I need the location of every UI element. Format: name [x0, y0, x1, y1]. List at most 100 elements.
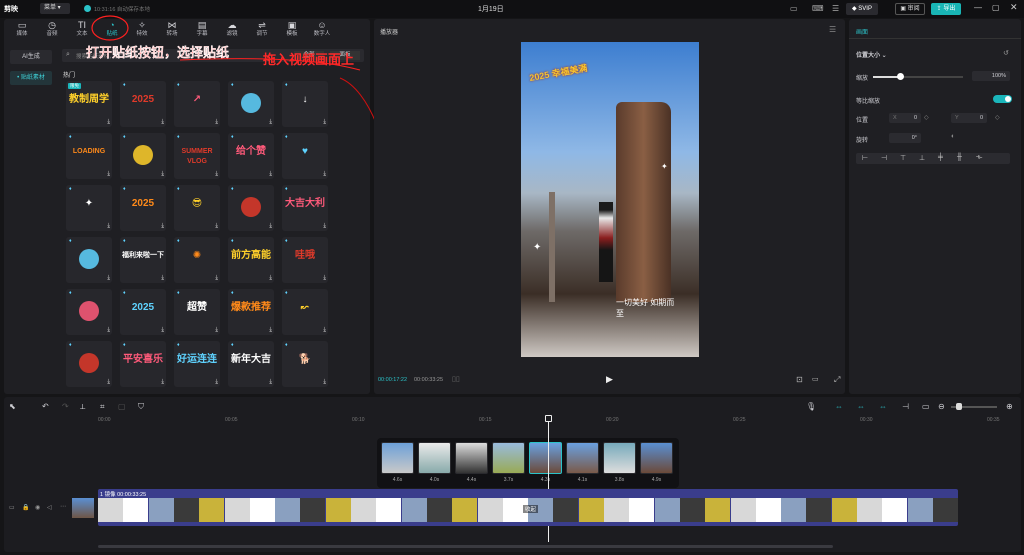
- clip-duration: 4.1s: [577, 477, 588, 483]
- align-icon[interactable]: ╪: [938, 154, 943, 161]
- sparkle-icon: ✦: [533, 242, 542, 253]
- snap-icon[interactable]: ⇔: [879, 402, 887, 411]
- more-icon[interactable]: ⋯: [60, 503, 66, 510]
- filmstrip-frame: [477, 498, 503, 522]
- filmstrip-frame: [806, 498, 832, 522]
- section-position-size: 位置大小 ⌄: [856, 53, 887, 59]
- video-preview[interactable]: 2025 幸福美满 一切美好 如期而至 ✦ ✦: [521, 42, 699, 357]
- ruler-tick: 00:35: [987, 417, 1000, 423]
- signature-text: 一切美好 如期而至: [616, 298, 675, 318]
- align-icon[interactable]: ⟛: [976, 154, 982, 162]
- rotation-field[interactable]: 0°: [889, 133, 921, 143]
- uniform-scale-label: 等比缩放: [856, 99, 881, 105]
- filmstrip-frame: [148, 498, 174, 522]
- current-time: 00:00:17:22: [378, 377, 408, 383]
- person-figure: [599, 202, 613, 282]
- reset-icon[interactable]: ↺: [1003, 49, 1009, 57]
- clip-thumbnail[interactable]: [640, 442, 673, 474]
- eye-icon[interactable]: ◉: [35, 504, 40, 511]
- ruler-tick: 00:20: [606, 417, 619, 423]
- clip-thumbnail[interactable]: [455, 442, 488, 474]
- rock-tower: [616, 102, 671, 302]
- filmstrip-frame: [730, 498, 756, 522]
- scale-slider-knob[interactable]: [897, 73, 904, 80]
- link-icon[interactable]: ⇔: [835, 402, 843, 411]
- clip-duration: 4.9s: [651, 477, 662, 483]
- rotation-label: 旋转: [856, 138, 869, 144]
- split-icon[interactable]: ⟂: [80, 402, 85, 412]
- undo-icon[interactable]: ↶: [42, 402, 49, 411]
- horizontal-scrollbar[interactable]: [98, 545, 833, 548]
- clip-duration: 4.0s: [429, 477, 440, 483]
- ruler-tick: 00:05: [225, 417, 238, 423]
- clip-thumbnail[interactable]: [603, 442, 636, 474]
- align-icon[interactable]: ⊥: [919, 154, 925, 162]
- fit-icon[interactable]: ⊡: [796, 375, 803, 384]
- filmstrip-frame: [705, 498, 731, 522]
- zoom-in-icon[interactable]: ⊕: [1006, 402, 1013, 411]
- mountain-slope: [549, 192, 555, 302]
- keyframe-icon[interactable]: ◇: [924, 114, 929, 121]
- rotate-dial-icon[interactable]: ◐: [951, 133, 955, 140]
- filmstrip-frame: [300, 498, 326, 522]
- filmstrip-frame: [275, 498, 301, 522]
- sparkle-icon: ✦: [661, 162, 668, 171]
- position-y-field[interactable]: Y0: [951, 113, 987, 123]
- select-tool-icon[interactable]: ⬉: [9, 402, 16, 411]
- zoom-out-icon[interactable]: ⊖: [938, 402, 945, 411]
- position-label: 位置: [856, 118, 869, 124]
- timecode-icon[interactable]: ▯▯: [452, 375, 460, 383]
- ratio-icon[interactable]: ▭: [812, 375, 819, 383]
- underline-stroke: [179, 58, 361, 71]
- mic-icon[interactable]: 🎙: [806, 402, 816, 411]
- total-time: 00:00:33:25: [414, 377, 444, 383]
- freeze-icon[interactable]: ▢: [118, 402, 126, 411]
- scale-value[interactable]: 100%: [972, 71, 1010, 81]
- magnet-icon[interactable]: ⇔: [857, 402, 865, 411]
- marker-icon[interactable]: ⛉: [138, 402, 144, 412]
- overlay-sticker-2025[interactable]: 2025 幸福美满: [528, 61, 588, 84]
- scale-slider-fill: [873, 76, 900, 78]
- filmstrip-frame: [553, 498, 579, 522]
- clip-thumbnail[interactable]: [566, 442, 599, 474]
- player-title: 播放器: [380, 30, 399, 36]
- position-x-field[interactable]: X0: [889, 113, 921, 123]
- clip-thumbnail[interactable]: [381, 442, 414, 474]
- filmstrip-frame: [351, 498, 376, 522]
- clip-thumbnail[interactable]: [492, 442, 525, 474]
- video-clip[interactable]: 1 镜像 00:00:33:25 收起: [98, 489, 958, 526]
- ruler-tick: 00:10: [352, 417, 365, 423]
- clip-duration: 4.6s: [392, 477, 403, 483]
- filmstrip-frame: [857, 498, 882, 522]
- track-cover[interactable]: [72, 498, 94, 518]
- sticker-tab-highlight: [91, 15, 129, 41]
- clip-thumbnail[interactable]: [529, 442, 562, 474]
- align-icon[interactable]: ⊢: [862, 154, 868, 162]
- filmstrip-frame: [199, 498, 225, 522]
- fullscreen-icon[interactable]: ⤢: [834, 375, 840, 385]
- mute-icon[interactable]: ◁: [47, 504, 52, 511]
- redo-icon[interactable]: ↷: [62, 402, 69, 411]
- track-cover-icon[interactable]: ▭: [9, 504, 15, 511]
- zoom-knob[interactable]: [956, 403, 962, 410]
- filmstrip-frame: [578, 498, 604, 522]
- keyframe-icon[interactable]: ◇: [995, 114, 1000, 121]
- uniform-scale-toggle[interactable]: [993, 95, 1012, 103]
- ruler-tick: 00:25: [733, 417, 746, 423]
- preview-axis-icon[interactable]: ⊣: [902, 402, 909, 411]
- clip-thumbnail[interactable]: [418, 442, 451, 474]
- player-menu-icon[interactable]: ☰: [829, 25, 836, 34]
- caption-icon[interactable]: ▭: [922, 402, 930, 411]
- tab-canvas[interactable]: 画面: [856, 27, 868, 36]
- align-icon[interactable]: ⊤: [900, 154, 906, 162]
- play-icon[interactable]: ▶: [606, 374, 613, 385]
- lock-icon[interactable]: 🔒: [22, 504, 29, 511]
- align-icon[interactable]: ╫: [957, 154, 962, 161]
- filmstrip-frame: [679, 498, 705, 522]
- align-toolbar: ⊢ ⊣ ⊤ ⊥ ╪ ╫ ⟛: [856, 153, 1010, 164]
- scale-label: 缩放: [856, 76, 869, 82]
- playhead-handle[interactable]: [545, 415, 552, 422]
- crop-icon[interactable]: ⌗: [100, 402, 105, 412]
- align-icon[interactable]: ⊣: [881, 154, 887, 162]
- clip-duration: 4.3s: [540, 477, 551, 483]
